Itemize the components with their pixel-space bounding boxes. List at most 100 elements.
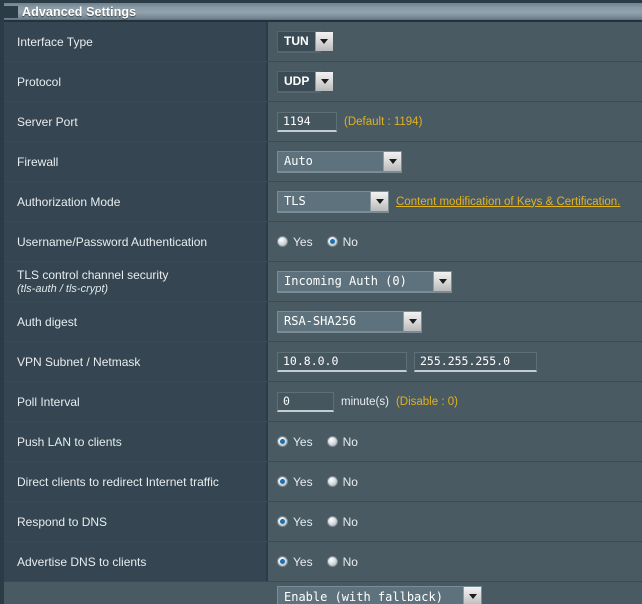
chevron-down-icon[interactable] <box>383 151 401 171</box>
interface-type-select-value: TUN <box>284 34 309 48</box>
respond-to-dns-radiogroup: Yes No <box>277 515 358 529</box>
label-cell-auth-digest: Auth digest <box>4 302 268 341</box>
protocol-select[interactable]: UDP <box>277 70 334 93</box>
value-cell-server-port: 1194 (Default : 1194) <box>268 102 642 141</box>
advanced-settings-panel: Advanced Settings Interface Type TUN Pro… <box>0 0 642 604</box>
tls-control-channel-select-value: Incoming Auth (0) <box>284 274 407 288</box>
firewall-select[interactable]: Auto <box>277 150 402 173</box>
vpn-subnet-input[interactable]: 10.8.0.0 <box>277 351 407 372</box>
keys-certification-link[interactable]: Content modification of Keys & Certifica… <box>396 196 620 208</box>
chevron-down-icon[interactable] <box>314 31 333 51</box>
panel-titlebar: Advanced Settings <box>4 0 642 22</box>
label-cell-advertise-dns-to-clients: Advertise DNS to clients <box>4 542 268 581</box>
label-cell-interface-type: Interface Type <box>4 22 268 61</box>
push-lan-to-clients-radiogroup: Yes No <box>277 435 358 449</box>
radio-label-no: No <box>342 514 358 529</box>
direct-clients-redirect-radio-yes[interactable]: Yes <box>277 475 313 489</box>
value-cell-protocol: UDP <box>268 62 642 101</box>
radio-label-yes: Yes <box>293 514 313 529</box>
poll-interval-input[interactable]: 0 <box>277 391 334 412</box>
label-username-password-auth: Username/Password Authentication <box>17 234 208 249</box>
value-cell-vpn-subnet-netmask: 10.8.0.0 255.255.255.0 <box>268 342 642 381</box>
chevron-down-icon[interactable] <box>315 71 334 91</box>
poll-interval-unit: minute(s) <box>341 395 389 408</box>
value-cell-poll-interval: 0 minute(s) (Disable : 0) <box>268 382 642 421</box>
radio-dot-icon <box>277 236 288 247</box>
radio-label-no: No <box>342 474 358 489</box>
label-protocol: Protocol <box>17 74 62 89</box>
chevron-down-icon[interactable] <box>370 191 388 211</box>
respond-to-dns-radio-no[interactable]: No <box>326 514 358 529</box>
label-tls-control-channel: TLS control channel security <box>17 268 169 282</box>
radio-dot-icon <box>326 236 338 247</box>
chevron-down-icon[interactable] <box>433 271 451 291</box>
row-username-password-auth: Username/Password Authentication Yes No <box>4 222 642 262</box>
username-password-auth-radio-no[interactable]: No <box>326 234 358 249</box>
label-poll-interval: Poll Interval <box>17 394 80 409</box>
fallback-select[interactable]: Enable (with fallback) <box>277 586 482 604</box>
advertise-dns-to-clients-radiogroup: Yes No <box>277 555 358 569</box>
radio-label-yes: Yes <box>293 474 313 489</box>
server-port-hint: (Default : 1194) <box>344 115 423 128</box>
value-cell-respond-to-dns: Yes No <box>268 502 642 541</box>
radio-label-no: No <box>342 234 358 249</box>
direct-clients-redirect-radio-no[interactable]: No <box>326 474 358 489</box>
row-respond-to-dns: Respond to DNS Yes No <box>4 502 642 542</box>
row-poll-interval: Poll Interval 0 minute(s) (Disable : 0) <box>4 382 642 422</box>
label-cell-firewall: Firewall <box>4 142 268 181</box>
vpn-netmask-input[interactable]: 255.255.255.0 <box>414 351 537 372</box>
advertise-dns-to-clients-radio-no[interactable]: No <box>326 555 358 569</box>
radio-dot-icon <box>277 476 288 487</box>
radio-dot-icon <box>277 436 288 447</box>
label-cell-push-lan-to-clients: Push LAN to clients <box>4 422 268 461</box>
page-title: Advanced Settings <box>22 4 137 19</box>
sublabel-tls-control-channel: (tls-auth / tls-crypt) <box>17 283 109 295</box>
server-port-input[interactable]: 1194 <box>277 111 337 132</box>
respond-to-dns-radio-yes[interactable]: Yes <box>277 515 313 529</box>
label-cell-authorization-mode: Authorization Mode <box>4 182 268 221</box>
row-server-port: Server Port 1194 (Default : 1194) <box>4 102 642 142</box>
authorization-mode-select-value: TLS <box>284 194 306 208</box>
radio-dot-icon <box>326 436 338 447</box>
value-cell-direct-clients-redirect: Yes No <box>268 462 642 501</box>
value-cell-push-lan-to-clients: Yes No <box>268 422 642 461</box>
protocol-select-value: UDP <box>284 74 310 88</box>
chevron-down-icon[interactable] <box>463 587 481 604</box>
auth-digest-select-value: RSA-SHA256 <box>284 314 357 328</box>
chevron-down-icon[interactable] <box>403 311 421 331</box>
label-cell-poll-interval: Poll Interval <box>4 382 268 421</box>
interface-type-select[interactable]: TUN <box>277 30 333 53</box>
radio-dot-icon <box>277 516 288 527</box>
label-cell-protocol: Protocol <box>4 62 268 101</box>
radio-dot-icon <box>326 556 338 567</box>
label-direct-clients-redirect: Direct clients to redirect Internet traf… <box>17 474 219 489</box>
firewall-select-value: Auto <box>284 154 313 168</box>
value-cell-partial-bottom: Enable (with fallback) <box>268 582 642 604</box>
advertise-dns-to-clients-radio-yes[interactable]: Yes <box>277 555 313 569</box>
row-tls-control-channel: TLS control channel security (tls-auth /… <box>4 262 642 302</box>
label-firewall: Firewall <box>17 154 59 169</box>
value-cell-interface-type: TUN <box>268 22 642 61</box>
radio-label-yes: Yes <box>293 554 313 569</box>
label-vpn-subnet-netmask: VPN Subnet / Netmask <box>17 354 141 369</box>
titlebar-left-cap <box>4 6 18 18</box>
row-partial-bottom: Enable (with fallback) <box>4 582 642 604</box>
auth-digest-select[interactable]: RSA-SHA256 <box>277 310 422 333</box>
push-lan-to-clients-radio-no[interactable]: No <box>326 434 358 449</box>
radio-dot-icon <box>326 516 338 527</box>
row-direct-clients-redirect: Direct clients to redirect Internet traf… <box>4 462 642 502</box>
label-interface-type: Interface Type <box>17 34 93 49</box>
label-cell-server-port: Server Port <box>4 102 268 141</box>
username-password-auth-radio-yes[interactable]: Yes <box>277 235 313 249</box>
authorization-mode-select[interactable]: TLS <box>277 190 389 213</box>
push-lan-to-clients-radio-yes[interactable]: Yes <box>277 435 313 449</box>
poll-interval-hint: (Disable : 0) <box>395 395 458 408</box>
value-cell-authorization-mode: TLS Content modification of Keys & Certi… <box>268 182 642 221</box>
tls-control-channel-select[interactable]: Incoming Auth (0) <box>277 270 452 293</box>
radio-label-no: No <box>342 434 358 449</box>
label-advertise-dns-to-clients: Advertise DNS to clients <box>17 554 147 569</box>
label-cell-tls-control-channel: TLS control channel security (tls-auth /… <box>4 262 268 301</box>
row-firewall: Firewall Auto <box>4 142 642 182</box>
label-push-lan-to-clients: Push LAN to clients <box>17 434 122 449</box>
value-cell-username-password-auth: Yes No <box>268 222 642 261</box>
